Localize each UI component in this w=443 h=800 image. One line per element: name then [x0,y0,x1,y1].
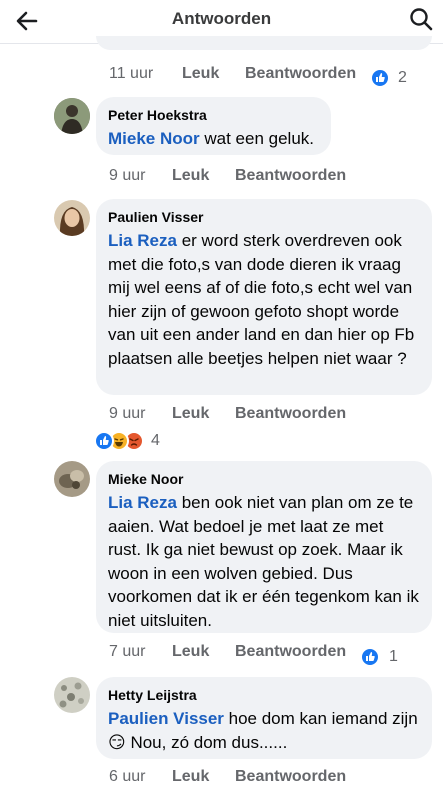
comment-text: Mieke Noor wat een geluk. [108,127,319,151]
comment-time: 11 uur [109,65,154,82]
reaction-count: 2 [398,69,407,86]
like-reaction-icon [360,647,380,667]
comment-bubble: Paulien Visser Lia Reza er word sterk ov… [96,199,432,395]
like-button[interactable]: Leuk [182,65,219,83]
comment-bubble: Peter Hoekstra Mieke Noor wat een geluk. [96,97,331,155]
avatar[interactable] [54,200,90,236]
reaction-summary[interactable]: 1 [360,647,410,669]
reply-button[interactable]: Beantwoorden [235,167,346,185]
avatar[interactable] [54,98,90,134]
comment-author[interactable]: Mieke Noor [108,470,420,489]
comment-time: 9 uur [109,167,146,184]
search-icon[interactable] [406,5,436,35]
like-button[interactable]: Leuk [172,768,209,786]
comment-author[interactable]: Paulien Visser [108,208,420,227]
like-button[interactable]: Leuk [172,167,209,185]
comment-time: 7 uur [109,643,146,660]
comment-body: wat een geluk. [199,129,314,148]
comment-time: 6 uur [109,768,146,785]
comment-bubble: Hetty Leijstra Paulien Visser hoe dom ka… [96,677,432,759]
like-reaction-icon [370,68,390,88]
page-title: Antwoorden [171,9,272,28]
reply-button[interactable]: Beantwoorden [245,65,356,83]
mention-link[interactable]: Lia Reza [108,493,177,512]
reaction-count: 4 [151,432,160,449]
reaction-count: 1 [389,648,398,665]
comment-body: er word sterk overdreven ook met die fot… [108,231,415,368]
reply-button[interactable]: Beantwoorden [235,643,346,661]
reply-button[interactable]: Beantwoorden [235,405,346,423]
avatar[interactable] [54,461,90,497]
mention-link[interactable]: Paulien Visser [108,709,224,728]
reply-button[interactable]: Beantwoorden [235,768,346,786]
mention-link[interactable]: Lia Reza [108,231,177,250]
mention-link[interactable]: Mieke Noor [108,129,200,148]
like-reaction-icon [94,431,114,451]
comment-bubble: Mieke Noor Lia Reza ben ook niet van pla… [96,461,432,633]
reaction-summary[interactable]: 4 [94,431,174,453]
comment-author[interactable]: Peter Hoekstra [108,106,319,125]
reaction-summary[interactable]: 2 [370,68,420,90]
comment-text: Lia Reza ben ook niet van plan om ze te … [108,491,420,632]
like-button[interactable]: Leuk [172,405,209,423]
comment-body: ben ook niet van plan om ze te aaien. Wa… [108,493,419,630]
like-button[interactable]: Leuk [172,643,209,661]
comment-actions: 9 uur Leuk Beantwoorden [109,167,409,189]
previous-comment-bubble [96,36,432,50]
comment-actions: 6 uur Leuk Beantwoorden [109,768,409,790]
comment-author[interactable]: Hetty Leijstra [108,686,420,705]
comment-text: Lia Reza er word sterk overdreven ook me… [108,229,420,370]
comment-actions: 9 uur Leuk Beantwoorden [109,405,409,427]
comment-time: 9 uur [109,405,146,422]
avatar[interactable] [54,677,90,713]
comment-text: Paulien Visser hoe dom kan iemand zijn 😏… [108,707,420,754]
